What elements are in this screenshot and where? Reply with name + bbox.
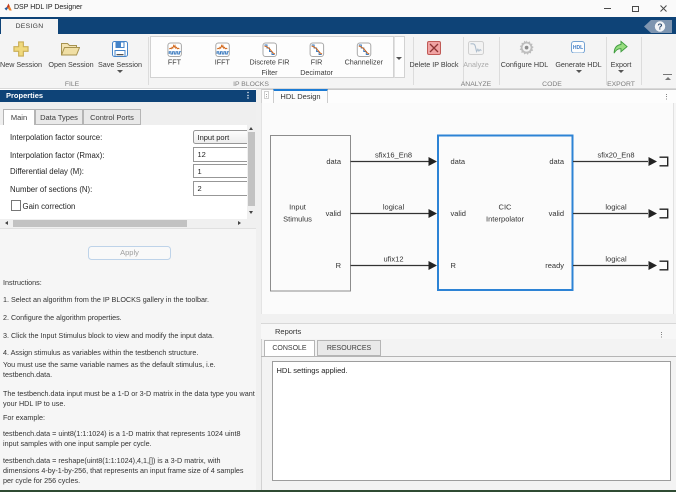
- svg-text:valid: valid: [549, 209, 564, 218]
- svg-text:logical: logical: [605, 255, 627, 264]
- svg-text:?: ?: [657, 21, 662, 31]
- svg-text:Stimulus: Stimulus: [283, 215, 312, 224]
- svg-text:valid: valid: [326, 209, 341, 218]
- svg-text:valid: valid: [451, 209, 466, 218]
- svg-text:data: data: [549, 157, 564, 166]
- svg-text:data: data: [451, 157, 466, 166]
- svg-text:R: R: [336, 261, 342, 270]
- svg-text:Decimator: Decimator: [300, 68, 333, 77]
- svg-text:logical: logical: [605, 203, 627, 212]
- svg-text:ufix12: ufix12: [383, 255, 403, 264]
- svg-text:IFFT: IFFT: [215, 58, 231, 67]
- svg-text:sfix16_En8: sfix16_En8: [375, 151, 412, 160]
- svg-text:Channelizer: Channelizer: [345, 58, 384, 67]
- svg-text:FFT: FFT: [168, 58, 182, 67]
- svg-text:HDL: HDL: [573, 45, 583, 51]
- svg-text:ready: ready: [545, 261, 564, 270]
- svg-text:Interpolator: Interpolator: [486, 215, 524, 224]
- svg-text:R: R: [451, 261, 457, 270]
- svg-text:sfix20_En8: sfix20_En8: [597, 151, 634, 160]
- svg-text:Input: Input: [289, 203, 307, 212]
- svg-text:Discrete FIR: Discrete FIR: [250, 58, 290, 67]
- svg-text:logical: logical: [383, 203, 405, 212]
- svg-text:CIC: CIC: [499, 203, 513, 212]
- svg-text:data: data: [326, 157, 341, 166]
- svg-text:Filter: Filter: [262, 68, 279, 77]
- svg-text:FIR: FIR: [311, 58, 323, 67]
